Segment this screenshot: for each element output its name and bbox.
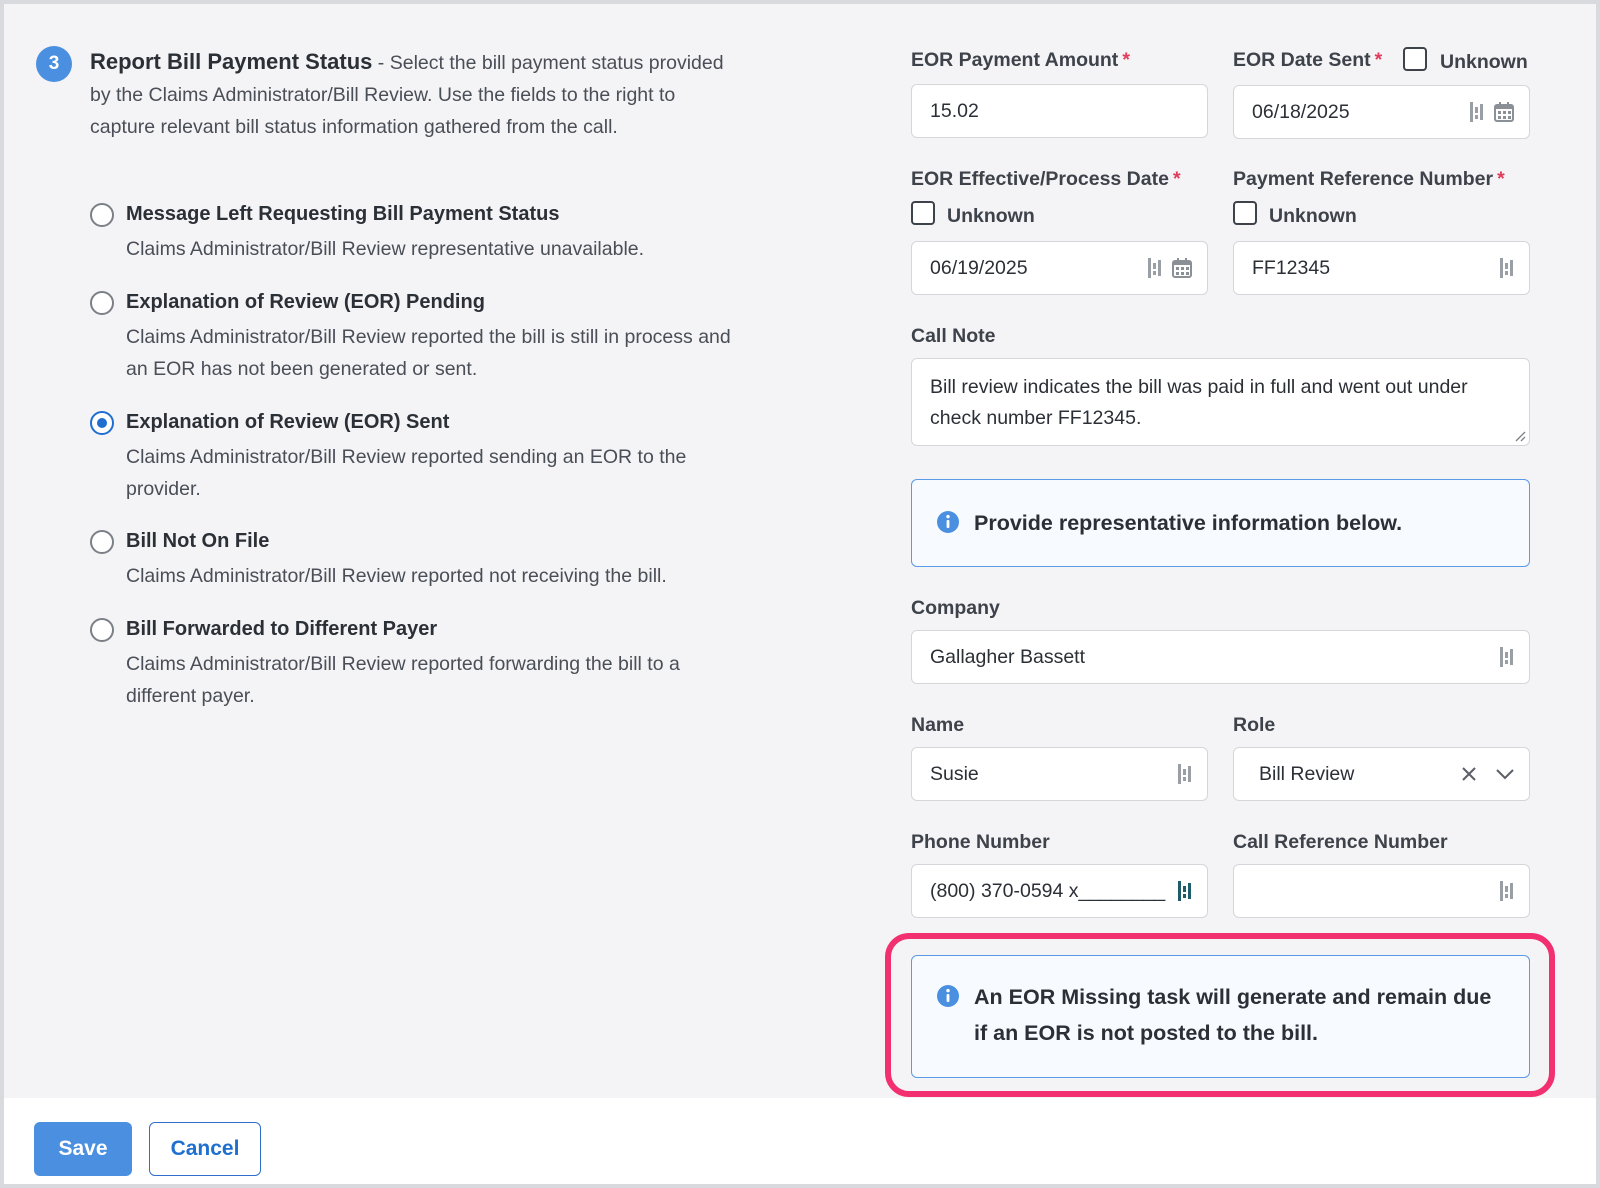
field-assist-icon[interactable] [1469,101,1485,123]
radio-button-selected[interactable] [90,411,114,435]
eor-date-sent-input[interactable]: 06/18/2025 [1233,85,1530,139]
required-marker: * [1374,49,1383,71]
section-intro: Report Bill Payment Status - Select the … [90,46,740,143]
phone-number-input[interactable]: (800) 370-0594 x________ [911,864,1208,918]
call-reference-number-label: Call Reference Number [1233,831,1448,853]
input-value: FF12345 [1252,256,1331,279]
unknown-checkbox-label: Unknown [1269,205,1357,227]
eor-effective-date-unknown-checkbox[interactable] [911,201,935,225]
role-label: Role [1233,714,1276,736]
radio-button[interactable] [90,530,114,554]
field-assist-icon[interactable] [1147,257,1163,279]
phone-number-label: Phone Number [911,831,1050,853]
company-input[interactable]: Gallagher Bassett [911,630,1530,684]
step-number-badge: 3 [36,46,72,82]
field-assist-icon[interactable] [1499,880,1515,902]
calendar-icon[interactable] [1171,257,1193,279]
input-value: Gallagher Bassett [930,645,1086,668]
cancel-button[interactable]: Cancel [149,1122,261,1176]
chevron-down-icon[interactable] [1495,768,1515,780]
field-assist-icon[interactable] [1177,880,1193,902]
name-input[interactable]: Susie [911,747,1208,801]
section-title: Report Bill Payment Status [90,49,373,74]
field-assist-icon[interactable] [1499,257,1515,279]
eor-date-sent-unknown-checkbox[interactable] [1403,47,1427,71]
status-option-description: Claims Administrator/Bill Review reporte… [126,326,731,380]
radio-button[interactable] [90,203,114,227]
eor-effective-date-input[interactable]: 06/19/2025 [911,241,1208,295]
input-value: 06/18/2025 [1252,100,1350,123]
info-icon [937,511,959,533]
field-assist-icon[interactable] [1177,763,1193,785]
eor-effective-date-label: EOR Effective/Process Date * [911,168,1181,190]
status-option-label: Message Left Requesting Bill Payment Sta… [126,203,560,225]
unknown-checkbox-label: Unknown [947,205,1035,227]
unknown-checkbox-label: Unknown [1440,51,1528,73]
input-value: 15.02 [930,99,979,122]
save-button[interactable]: Save [34,1122,132,1176]
eor-payment-amount-input[interactable]: 15.02 [911,84,1208,138]
calendar-icon[interactable] [1493,101,1515,123]
status-option-description: Claims Administrator/Bill Review represe… [126,238,645,260]
name-label: Name [911,714,965,736]
clear-icon[interactable] [1461,766,1477,782]
status-option-label: Explanation of Review (EOR) Pending [126,291,485,313]
select-value: Bill Review [1259,762,1355,785]
payment-reference-number-input[interactable]: FF12345 [1233,241,1530,295]
required-marker: * [1172,168,1181,190]
call-note-label: Call Note [911,325,996,347]
input-value: Susie [930,762,979,785]
required-marker: * [1122,49,1130,71]
input-value: (800) 370-0594 x________ [930,879,1166,902]
status-option-description: Claims Administrator/Bill Review reporte… [126,565,667,587]
radio-button[interactable] [90,291,114,315]
eor-date-sent-label: EOR Date Sent * [1233,49,1383,71]
required-marker: * [1497,168,1505,190]
representative-info-message: Provide representative information below… [911,479,1530,567]
status-option-description: Claims Administrator/Bill Review reporte… [126,446,687,500]
company-label: Company [911,597,1000,619]
textarea-value: Bill review indicates the bill was paid … [930,376,1468,429]
call-note-textarea[interactable]: Bill review indicates the bill was paid … [911,358,1530,446]
input-value: 06/19/2025 [930,256,1028,279]
payment-reference-unknown-checkbox[interactable] [1233,201,1257,225]
status-option-description: Claims Administrator/Bill Review reporte… [126,653,680,707]
resize-handle-icon[interactable] [1514,430,1526,442]
status-option-label: Bill Forwarded to Different Payer [126,618,438,640]
status-option-label: Explanation of Review (EOR) Sent [126,411,450,433]
payment-reference-number-label: Payment Reference Number * [1233,168,1505,190]
role-select[interactable]: Bill Review [1233,747,1530,801]
status-option-label: Bill Not On File [126,530,270,552]
radio-button[interactable] [90,618,114,642]
eor-payment-amount-label: EOR Payment Amount * [911,49,1130,71]
info-message-text: Provide representative information below… [974,511,1403,535]
call-reference-number-input[interactable] [1233,864,1530,918]
field-assist-icon[interactable] [1499,646,1515,668]
callout-highlight [885,933,1555,1097]
